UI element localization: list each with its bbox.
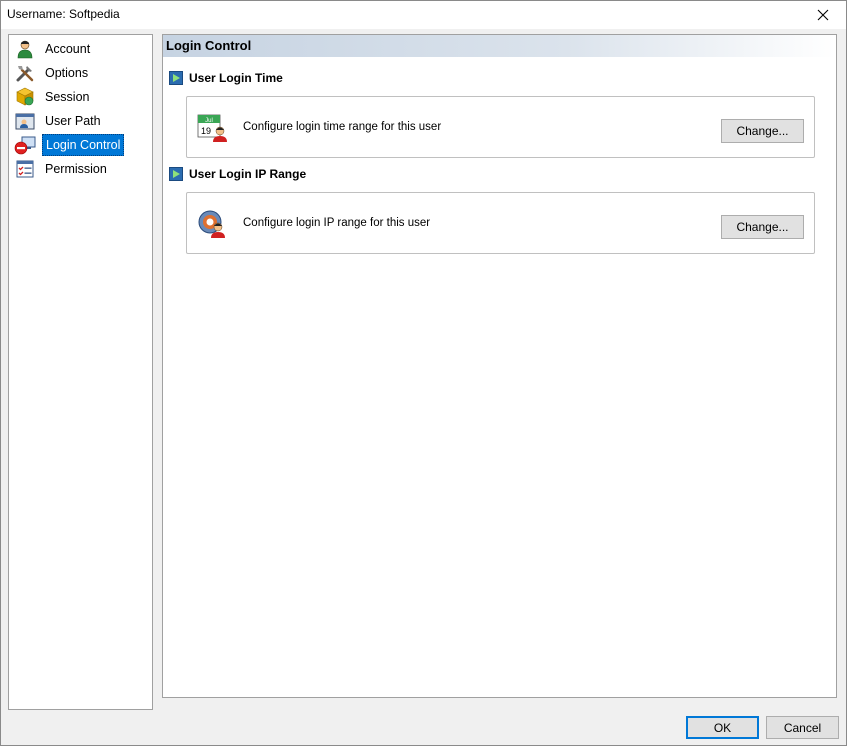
sidebar-item-label: User Path — [45, 114, 101, 128]
sidebar-item-label: Session — [45, 90, 90, 104]
account-icon — [14, 38, 36, 60]
session-icon — [14, 86, 36, 108]
close-icon — [817, 9, 829, 21]
sidebar-nav: Account Options Session User Path Login … — [8, 34, 153, 710]
sidebar-item-label: Permission — [45, 162, 107, 176]
calendar-user-icon: Jul 19 — [197, 114, 227, 142]
sidebar-item-user-path[interactable]: User Path — [14, 110, 104, 132]
dialog-window: Username: Softpedia Account Options Sess… — [0, 0, 847, 746]
sidebar-item-permission[interactable]: Permission — [14, 158, 110, 180]
close-button[interactable] — [800, 1, 846, 29]
ok-button[interactable]: OK — [686, 716, 759, 739]
change-login-ip-button[interactable]: Change... — [721, 215, 804, 239]
play-arrow-icon — [169, 167, 183, 181]
sidebar-item-label: Options — [45, 66, 89, 80]
folder-user-icon — [14, 110, 36, 132]
tools-icon — [14, 62, 36, 84]
permission-icon — [14, 158, 36, 180]
ip-user-icon — [198, 210, 225, 238]
login-time-group: Jul 19 Configure login time range for th… — [186, 96, 815, 158]
login-ip-description: Configure login IP range for this user — [243, 217, 431, 229]
login-ip-group: Configure login IP range for this user C… — [186, 192, 815, 254]
play-arrow-icon — [169, 71, 183, 85]
change-login-time-button[interactable]: Change... — [721, 119, 804, 143]
main-panel: Login Control User Login Time Jul 19 Con… — [162, 34, 837, 698]
sidebar-item-account[interactable]: Account — [14, 38, 93, 60]
title-bar[interactable]: Username: Softpedia — [1, 1, 846, 29]
cancel-button[interactable]: Cancel — [766, 716, 839, 739]
sidebar-item-label: Login Control — [42, 134, 125, 156]
sidebar-item-session[interactable]: Session — [14, 86, 92, 108]
sidebar-item-options[interactable]: Options — [14, 62, 91, 84]
sidebar-item-login-control[interactable]: Login Control — [14, 134, 125, 156]
login-control-icon — [14, 134, 36, 156]
section-title-login-time: User Login Time — [169, 70, 283, 86]
calendar-day: 19 — [201, 126, 211, 136]
section-title-login-ip: User Login IP Range — [169, 166, 306, 182]
sidebar-item-label: Account — [45, 42, 91, 56]
panel-header: Login Control — [163, 35, 836, 57]
login-time-description: Configure login time range for this user — [243, 121, 442, 133]
calendar-month: Jul — [205, 118, 213, 124]
panel-title: Login Control — [166, 38, 252, 53]
window-title: Username: Softpedia — [7, 7, 120, 21]
